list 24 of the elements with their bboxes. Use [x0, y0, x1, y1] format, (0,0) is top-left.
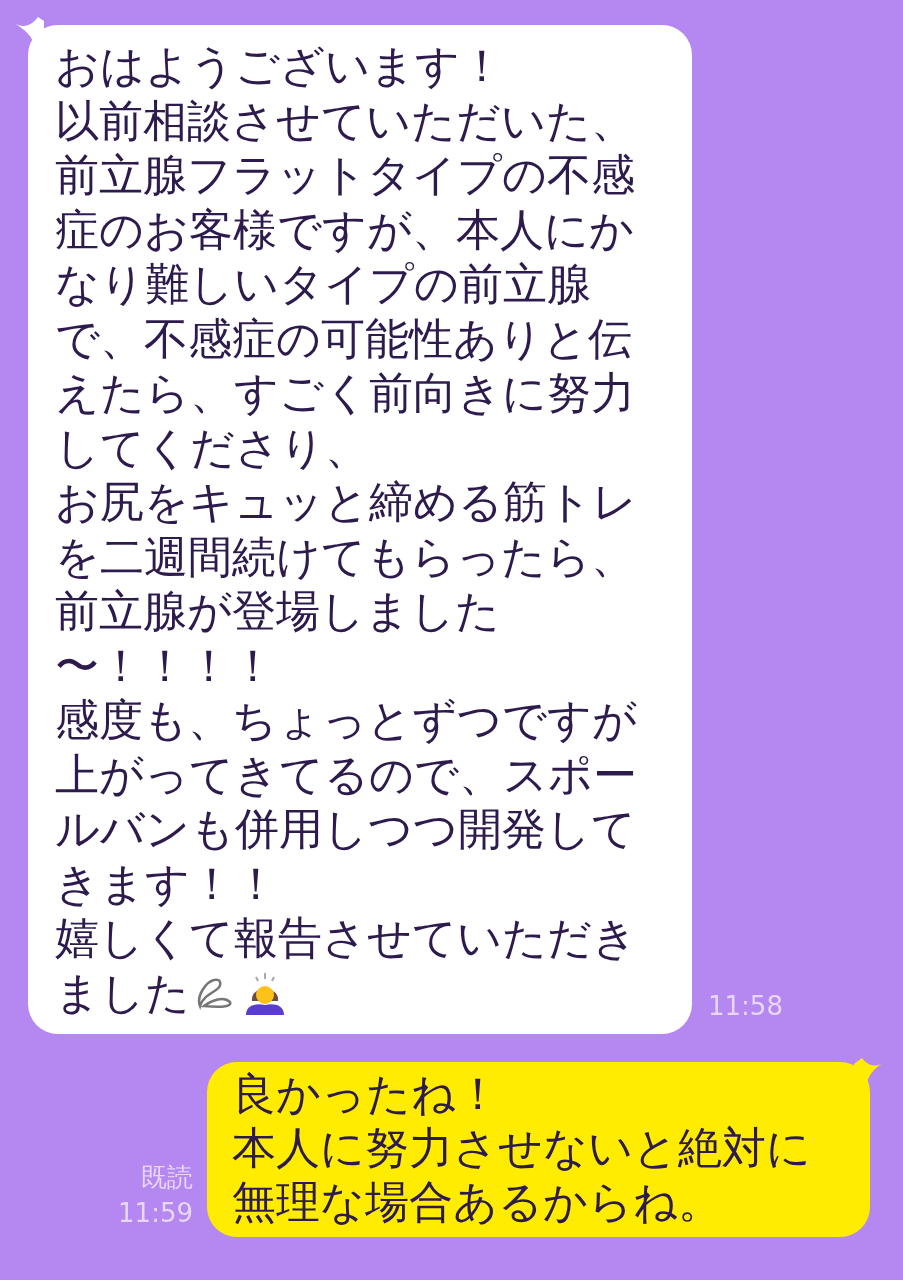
message-line: おはようございます！ [55, 39, 504, 93]
message-line: えたら、すごく前向きに努力 [55, 366, 635, 420]
read-receipt: 既読 [141, 1161, 193, 1194]
message-line: なり難しいタイプの前立腺 [55, 257, 591, 311]
message-line: 〜！！！！ [55, 638, 275, 693]
message-line: お尻をキュッと締める筋トレ [55, 475, 637, 529]
message-line: 上がってきてるので、スポー [55, 747, 637, 802]
message-line: 感度も、ちょっとずつですが [55, 693, 637, 747]
message-line: 本人に努力させないと絶対に [232, 1121, 811, 1175]
message-line: を二週間続けてもらったら、 [55, 529, 635, 584]
message-time: 11:58 [708, 990, 783, 1023]
message-time: 11:59 [118, 1197, 193, 1230]
message-line: してくださり、 [55, 420, 369, 475]
message-line: 以前相談させていただいた、 [55, 93, 635, 148]
message-line: 無理な場合あるからね。 [232, 1175, 722, 1229]
message-line: 嬉しくて報告させていただき [55, 911, 637, 965]
message-line: 良かったね！ [232, 1067, 500, 1121]
message-line: 前立腺フラットタイプの不感 [55, 148, 635, 202]
message-line: ルバンも併用しつつ開発して [55, 802, 636, 856]
message-line: きます！！ [55, 856, 278, 911]
message-line: で、不感症の可能性ありと伝 [55, 311, 632, 366]
message-line: ました [55, 965, 190, 1020]
message-line: 症のお客様ですが、本人にか [55, 202, 634, 257]
message-line: 前立腺が登場しました [55, 584, 500, 638]
